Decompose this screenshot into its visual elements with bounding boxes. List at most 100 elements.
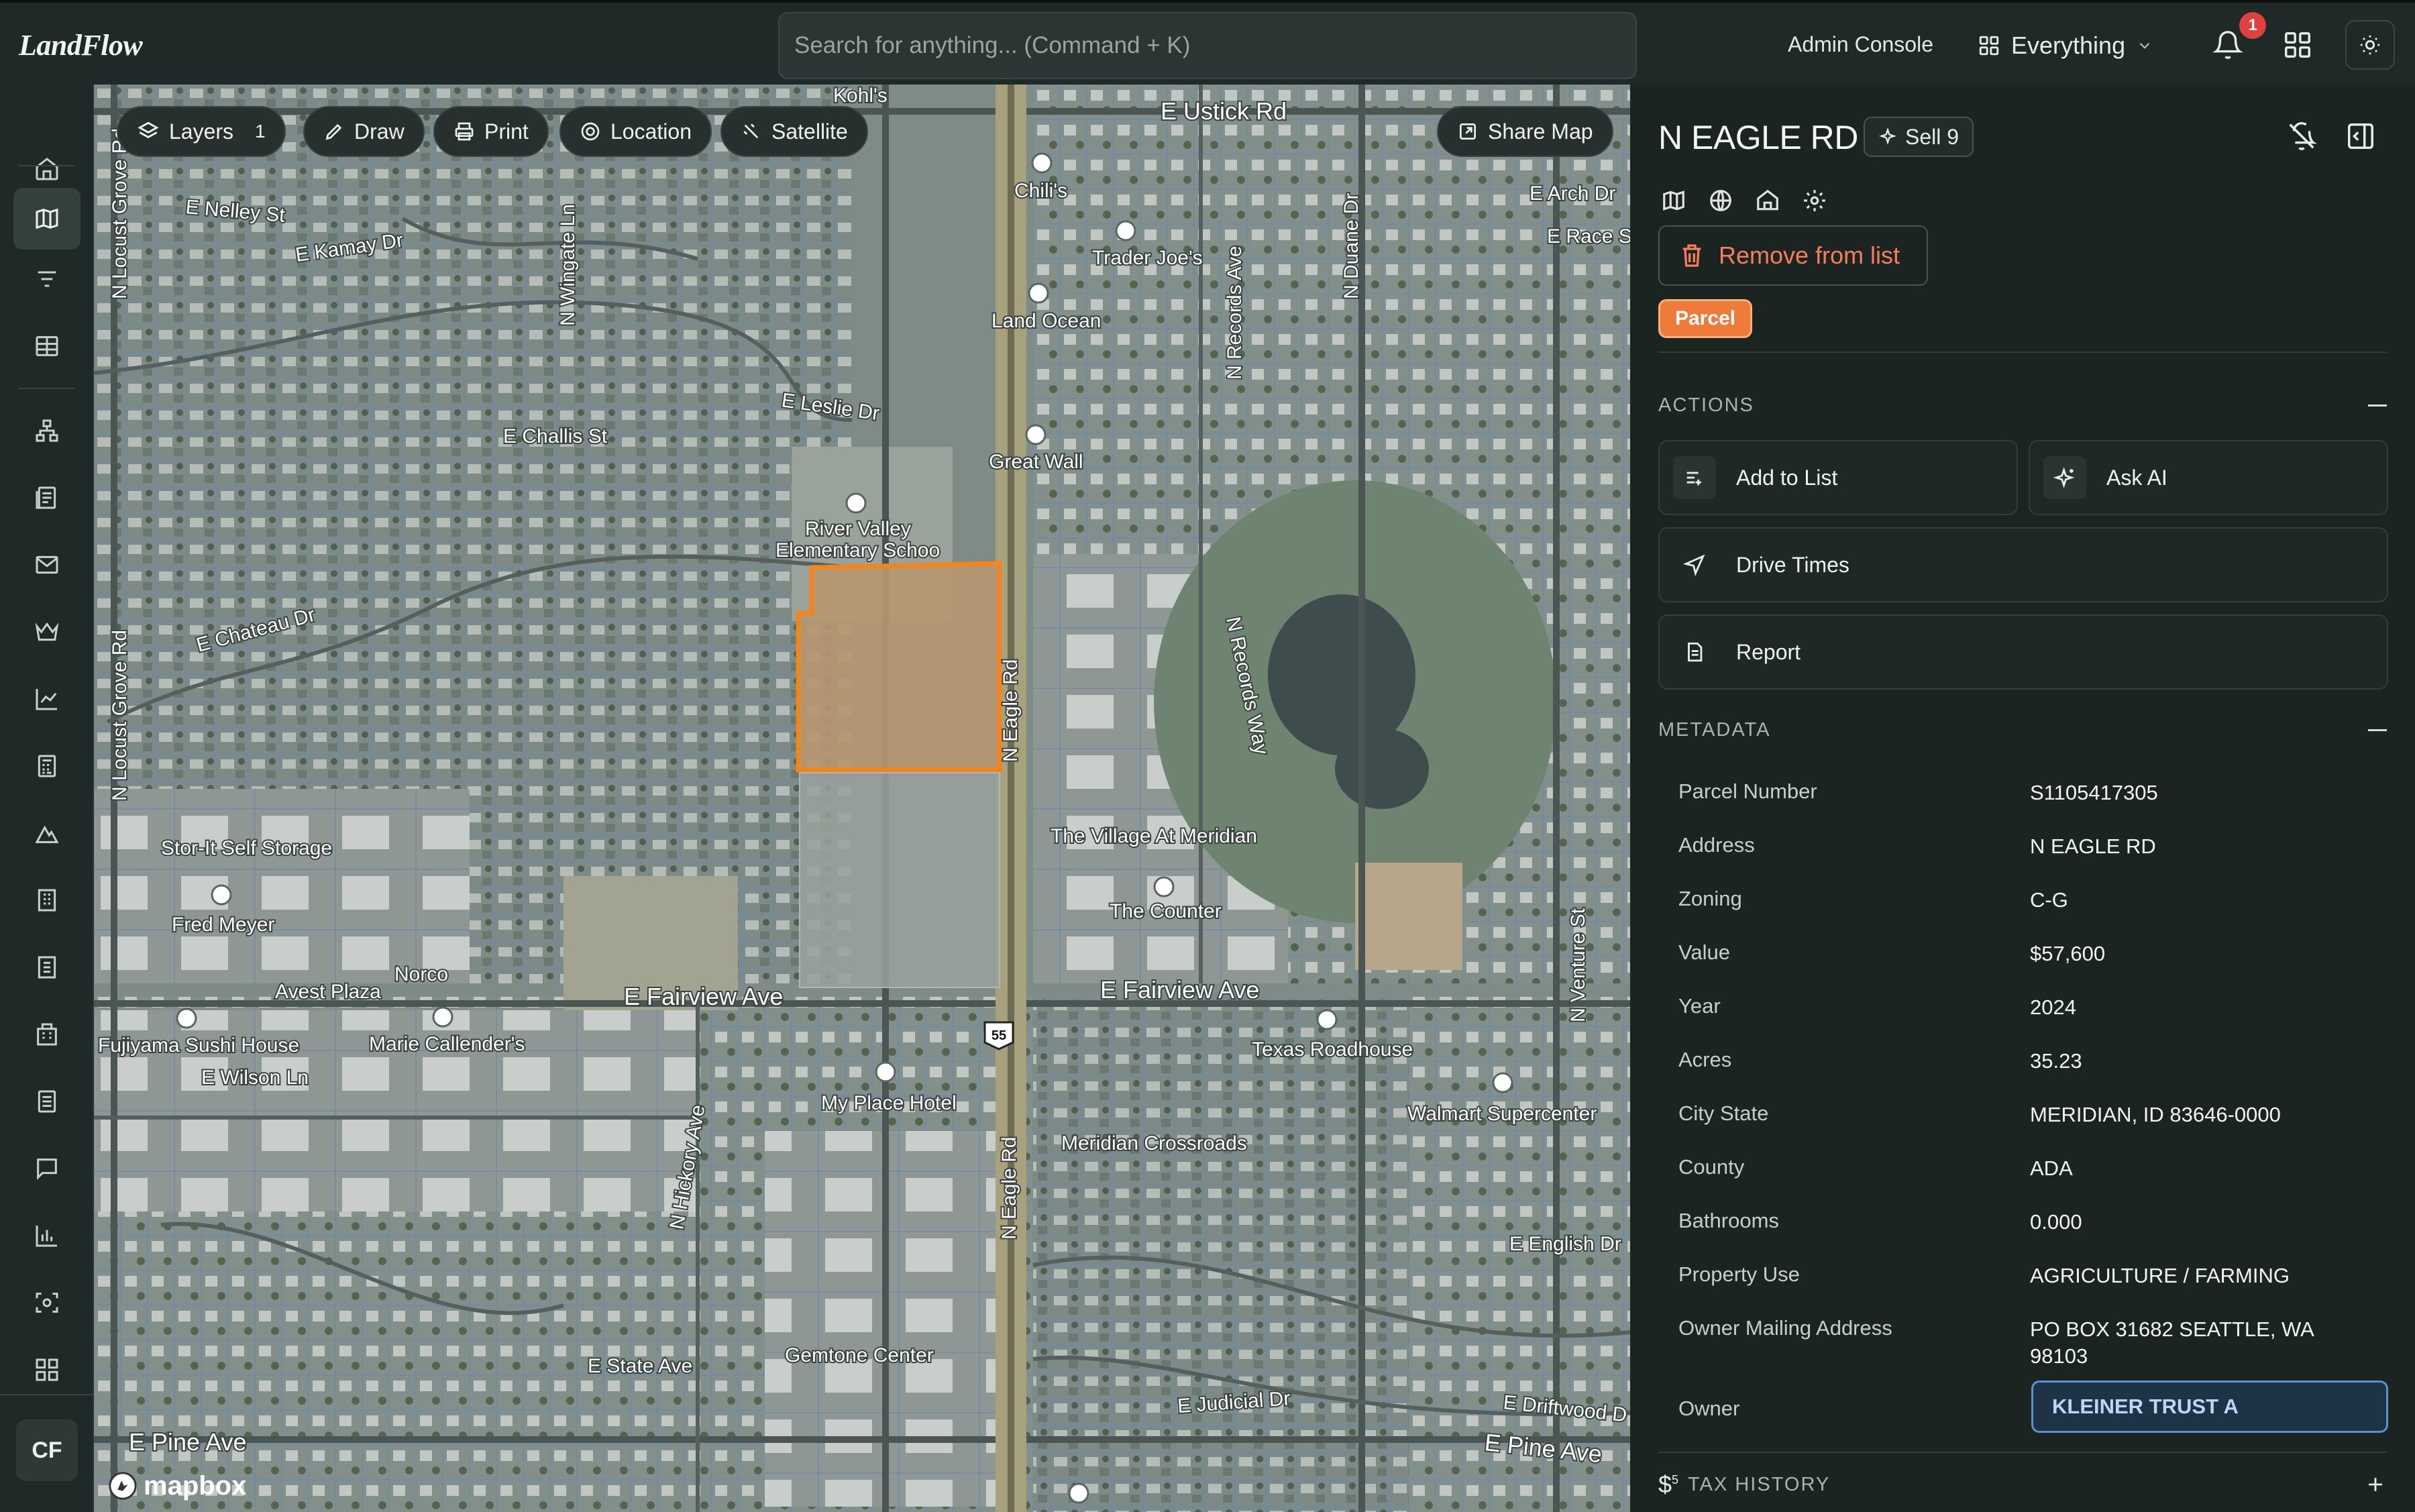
owner-field[interactable]: KLEINER TRUST A — [2031, 1381, 2388, 1433]
share-map-label: Share Map — [1488, 119, 1593, 144]
map-canvas[interactable]: 55 Kohl's E Ustick Rd E Nelley St E Kama… — [94, 85, 1630, 1512]
admin-console-link[interactable]: Admin Console — [1788, 32, 1933, 57]
sidebar-item-building[interactable] — [13, 869, 80, 931]
tax-history-section-header[interactable]: $5 TAX HISTORY — [1658, 1470, 2387, 1499]
notifications-off-icon[interactable] — [2286, 121, 2317, 152]
remove-from-list-button[interactable]: Remove from list — [1658, 225, 1928, 286]
metadata-row: Bathrooms 0.000 — [1678, 1209, 2376, 1236]
globe-view-button[interactable] — [1705, 185, 1736, 216]
metadata-key: Bathrooms — [1678, 1209, 1779, 1232]
actions-heading: ACTIONS — [1658, 394, 1754, 416]
metadata-heading: METADATA — [1658, 719, 1771, 741]
sidebar-item-trends[interactable] — [13, 668, 80, 730]
sidebar-item-crown[interactable] — [13, 601, 80, 663]
mapbox-attribution[interactable]: mapbox — [107, 1470, 246, 1501]
sidebar-item-building-alt[interactable] — [13, 936, 80, 998]
metadata-value: C-G — [2030, 888, 2068, 912]
sidebar-item-terrain[interactable] — [13, 802, 80, 864]
search-input[interactable]: Search for anything... (Command + K) — [778, 12, 1637, 79]
metadata-key: Property Use — [1678, 1262, 1800, 1286]
print-label: Print — [484, 119, 529, 144]
drive-times-button[interactable]: Drive Times — [1658, 527, 2388, 602]
theme-toggle-button[interactable] — [2345, 20, 2395, 70]
mail-icon — [36, 555, 58, 574]
metadata-row: Acres 35.23 — [1678, 1048, 2376, 1075]
table-icon — [36, 336, 58, 356]
map-view-button[interactable] — [1658, 185, 1689, 216]
panel-toggle-icon[interactable] — [2345, 121, 2376, 152]
sidebar-item-records[interactable] — [13, 1071, 80, 1132]
sidebar-item-grid[interactable] — [13, 1339, 80, 1401]
scope-selector[interactable]: Everything — [1978, 27, 2153, 64]
target-icon — [581, 122, 600, 141]
add-to-list-button[interactable]: Add to List — [1658, 440, 2018, 515]
avatar[interactable]: CF — [16, 1419, 78, 1481]
map-label: N Locust Grove Rd — [109, 630, 131, 801]
highway-shield-label: 55 — [991, 1028, 1006, 1043]
sell-chip[interactable]: Sell 9 — [1864, 117, 1974, 157]
settings-view-button[interactable] — [1799, 185, 1830, 216]
panel-view-icons — [1658, 185, 1830, 216]
metadata-key: County — [1678, 1155, 1745, 1179]
mountain-icon — [35, 825, 59, 843]
metadata-key: Owner Mailing Address — [1678, 1316, 1892, 1340]
location-button[interactable]: Location — [559, 106, 712, 157]
metadata-value: $57,600 — [2030, 942, 2106, 965]
crown-icon — [35, 622, 59, 641]
satellite-label: Satellite — [771, 119, 848, 144]
plus-icon[interactable] — [2364, 1473, 2387, 1496]
map-label: Land Ocean — [991, 310, 1101, 332]
share-map-button[interactable]: Share Map — [1437, 106, 1613, 157]
metadata-value: MERIDIAN, ID 83646-0000 — [2030, 1103, 2281, 1126]
ask-ai-button[interactable]: Ask AI — [2029, 440, 2388, 515]
apps-grid-icon[interactable] — [2282, 30, 2313, 60]
home-view-button[interactable] — [1752, 185, 1783, 216]
sidebar-item-table[interactable] — [13, 315, 80, 377]
map-label: Norco — [394, 963, 448, 985]
draw-button[interactable]: Draw — [303, 106, 425, 157]
search-placeholder: Search for anything... (Command + K) — [794, 32, 1191, 58]
map-label: Fred Meyer — [172, 914, 274, 936]
map-label: N Locust Grove Rd — [109, 128, 131, 299]
sidebar-item-documents[interactable] — [13, 467, 80, 529]
sidebar-item-scan[interactable] — [13, 1272, 80, 1334]
satellite-button[interactable]: Satellite — [720, 106, 868, 157]
navigation-icon — [1683, 554, 1705, 576]
sell-chip-label: Sell 9 — [1905, 124, 1960, 149]
report-label: Report — [1736, 639, 1801, 664]
tax-history-heading: TAX HISTORY — [1688, 1473, 1831, 1495]
sidebar-item-messages[interactable] — [13, 1138, 80, 1199]
sparkle-icon — [1878, 127, 1897, 145]
collapse-icon[interactable] — [2368, 404, 2387, 407]
metadata-section-header[interactable]: METADATA — [1658, 719, 2387, 741]
sidebar-item-filters[interactable] — [13, 248, 80, 310]
map-icon — [36, 208, 58, 229]
scan-icon — [36, 1293, 58, 1313]
map-label: E Race St — [1547, 225, 1630, 248]
sidebar-item-hierarchy[interactable] — [13, 400, 80, 462]
metadata-key: Value — [1678, 940, 1730, 964]
actions-section-header[interactable]: ACTIONS — [1658, 394, 2387, 417]
print-button[interactable]: Print — [433, 106, 549, 157]
pencil-icon — [325, 123, 342, 140]
collapse-icon[interactable] — [2368, 729, 2387, 731]
metadata-row: Property Use AGRICULTURE / FARMING — [1678, 1262, 2376, 1289]
location-label: Location — [610, 119, 692, 144]
map-label: Avest Plaza — [275, 981, 381, 1003]
map-label: E State Ave — [588, 1355, 692, 1377]
metadata-key: Address — [1678, 833, 1755, 857]
map-label: The Counter — [1110, 900, 1222, 922]
map-label: Elementary Schoo — [775, 539, 940, 561]
top-bar: LandFlow Search for anything... (Command… — [0, 0, 2415, 85]
report-button[interactable]: Report — [1658, 614, 2388, 690]
app-logo[interactable]: LandFlow — [19, 28, 143, 62]
metadata-key: City State — [1678, 1101, 1769, 1125]
sidebar-item-calculator[interactable] — [13, 735, 80, 797]
layers-button[interactable]: Layers 1 — [117, 106, 286, 157]
sidebar-item-mail[interactable] — [13, 534, 80, 596]
bell-icon[interactable] — [2212, 30, 2243, 60]
sidebar-item-map[interactable] — [13, 188, 80, 250]
sidebar-item-office[interactable] — [13, 1004, 80, 1065]
map-label: The Village At Meridian — [1051, 825, 1257, 847]
sidebar-item-bar-chart[interactable] — [13, 1205, 80, 1266]
